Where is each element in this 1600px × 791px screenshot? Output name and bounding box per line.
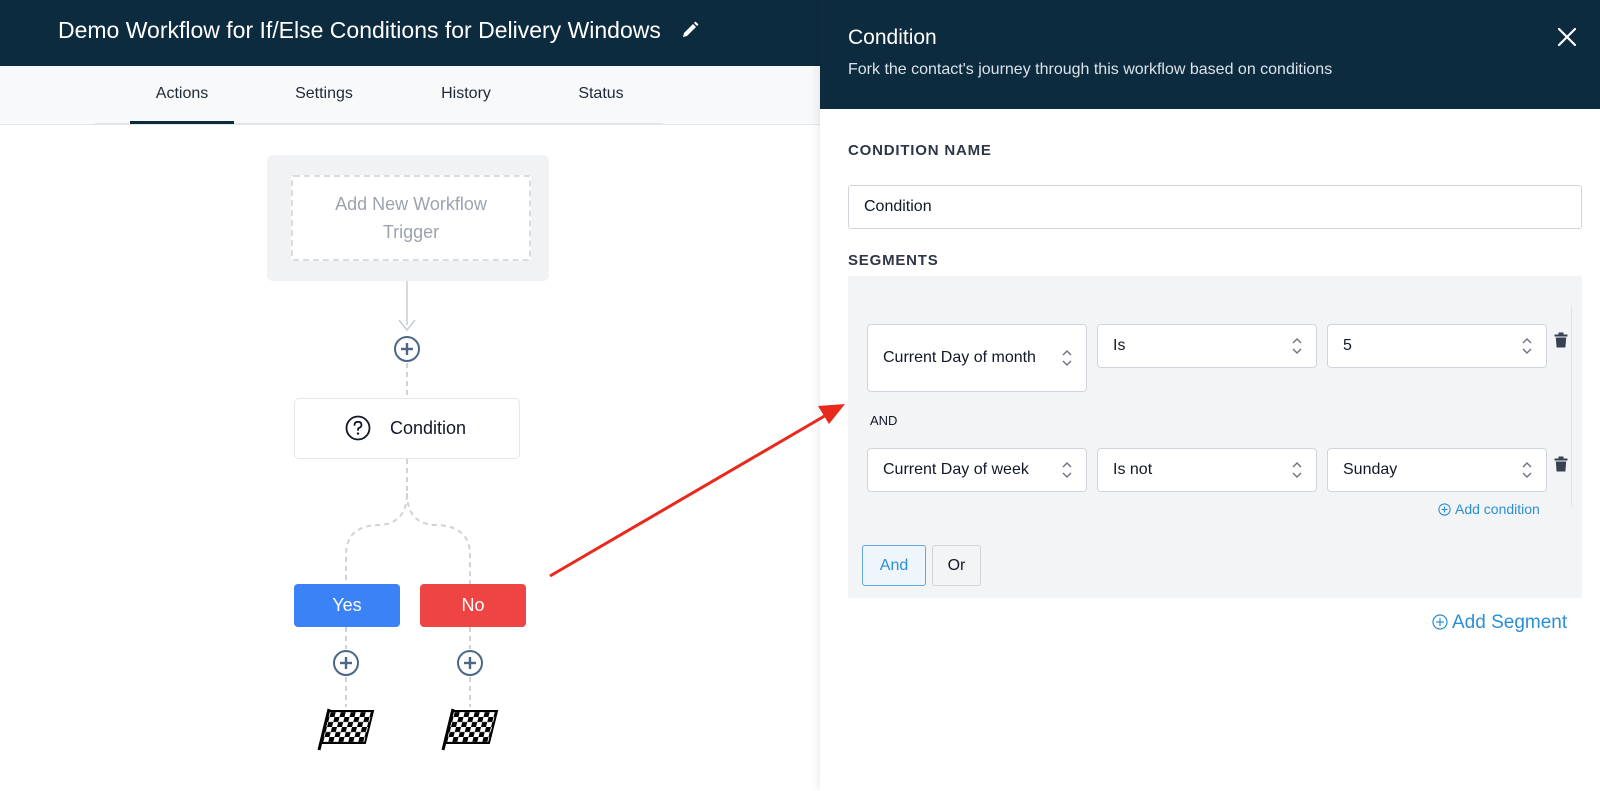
condition-node[interactable]: Condition (294, 398, 520, 459)
tab-status[interactable]: Status (563, 66, 639, 124)
condition-field-select[interactable]: Current Day of month (867, 324, 1087, 392)
app-root: Demo Workflow for If/Else Conditions for… (0, 0, 1600, 791)
yes-branch-button[interactable]: Yes (294, 584, 400, 627)
select-chevrons-icon (1062, 462, 1072, 478)
condition-panel: Condition Fork the contact's journey thr… (820, 0, 1600, 791)
condition-name-label: CONDITION NAME (848, 142, 992, 159)
condition-field-value: Current Day of week (883, 461, 1029, 478)
tab-settings[interactable]: Settings (280, 66, 368, 124)
finish-flag-icon (317, 708, 375, 751)
panel-subtitle: Fork the contact's journey through this … (848, 61, 1333, 78)
add-trigger-button[interactable]: Add New Workflow Trigger (291, 175, 531, 261)
no-branch-button[interactable]: No (420, 584, 526, 627)
add-segment-label: Add Segment (1452, 612, 1568, 633)
segments-label: SEGMENTS (848, 252, 939, 269)
select-chevrons-icon (1062, 350, 1072, 366)
condition-value-select[interactable]: 5 (1327, 324, 1547, 368)
panel-header: Condition Fork the contact's journey thr… (820, 0, 1600, 109)
condition-node-label: Condition (390, 418, 467, 438)
segment-box: Current Day of month Is 5 AND Current Da… (848, 276, 1582, 598)
condition-name-input[interactable] (848, 185, 1582, 229)
condition-value-select[interactable]: Sunday (1327, 448, 1547, 492)
pencil-icon[interactable] (680, 20, 700, 40)
tab-history[interactable]: History (425, 66, 507, 124)
and-button[interactable]: And (862, 545, 926, 586)
select-chevrons-icon (1522, 338, 1532, 354)
tabs-container: Actions Settings History Status (95, 66, 663, 124)
finish-flag-icon (441, 708, 499, 751)
select-chevrons-icon (1292, 338, 1302, 354)
or-button[interactable]: Or (932, 545, 981, 586)
add-condition-label: Add condition (1455, 501, 1540, 517)
condition-operator-value: Is not (1113, 461, 1153, 478)
select-chevrons-icon (1292, 462, 1302, 478)
segment-divider (1571, 306, 1572, 506)
add-action-no-plus-icon[interactable] (456, 649, 484, 677)
condition-field-select[interactable]: Current Day of week (867, 448, 1087, 492)
select-chevrons-icon (1522, 462, 1532, 478)
tab-actions[interactable]: Actions (130, 66, 234, 124)
panel-title: Condition (848, 26, 937, 49)
question-circle-icon (345, 415, 371, 441)
workflow-title: Demo Workflow for If/Else Conditions for… (58, 17, 661, 43)
add-segment-link[interactable]: Add Segment (1432, 612, 1567, 634)
add-action-plus-icon[interactable] (393, 335, 421, 363)
tab-bar: Actions Settings History Status (0, 66, 820, 125)
condition-operator-select[interactable]: Is (1097, 324, 1317, 368)
condition-value-value: Sunday (1343, 461, 1398, 478)
condition-value-value: 5 (1343, 337, 1352, 354)
add-condition-link[interactable]: Add condition (1438, 501, 1540, 517)
trash-icon[interactable] (1554, 332, 1568, 348)
condition-operator-value: Is (1113, 337, 1126, 354)
workflow-canvas: Add New Workflow Trigger Condition Yes N… (0, 125, 820, 791)
condition-operator-select[interactable]: Is not (1097, 448, 1317, 492)
plus-circle-icon (1438, 503, 1451, 516)
condition-field-value: Current Day of month (883, 349, 1036, 366)
trash-icon[interactable] (1554, 456, 1568, 472)
segment-conditions: Current Day of month Is 5 AND Current Da… (848, 276, 1572, 598)
workflow-header: Demo Workflow for If/Else Conditions for… (0, 0, 820, 66)
trigger-card: Add New Workflow Trigger (267, 155, 549, 281)
plus-circle-icon (1432, 614, 1448, 630)
condition-joiner-label: AND (870, 413, 898, 428)
add-action-yes-plus-icon[interactable] (332, 649, 360, 677)
close-icon[interactable] (1556, 26, 1578, 48)
